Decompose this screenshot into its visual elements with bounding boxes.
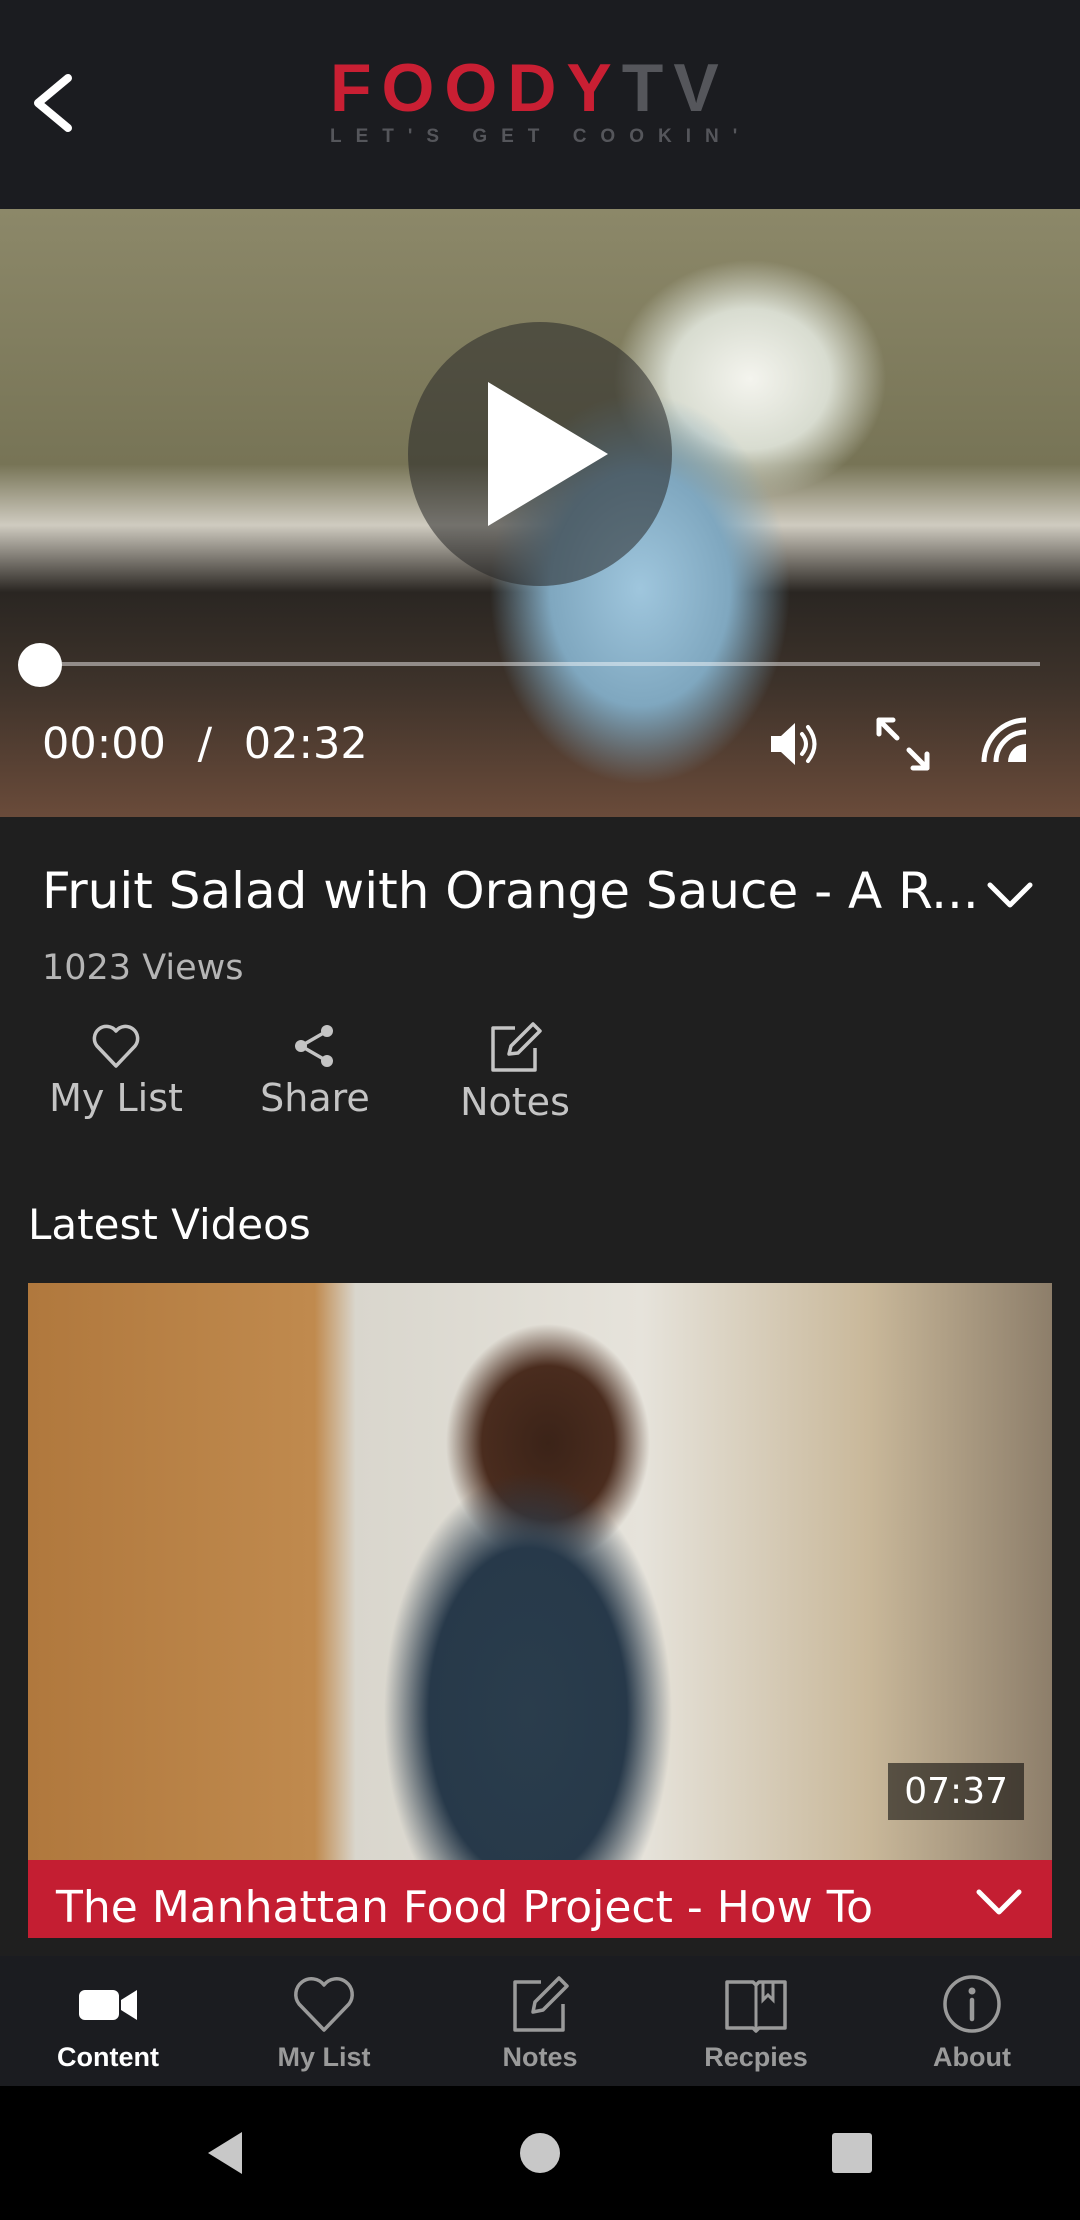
nav-notes[interactable]: Notes xyxy=(432,1974,648,2073)
video-card-title-bar[interactable]: The Manhattan Food Project - How To xyxy=(28,1860,1052,1938)
nav-about[interactable]: About xyxy=(864,1974,1080,2073)
current-time: 00:00 xyxy=(42,719,166,769)
chevron-left-icon[interactable] xyxy=(24,70,78,136)
nav-my-list[interactable]: My List xyxy=(216,1974,432,2073)
app-logo: FOODYTV LET'S GET COOKIN' xyxy=(330,52,760,162)
book-icon xyxy=(725,1980,787,2033)
nav-content-label: Content xyxy=(57,2042,159,2072)
fullscreen-icon[interactable] xyxy=(873,714,933,774)
share-button[interactable]: Share xyxy=(225,1022,405,1132)
heart-icon xyxy=(92,1024,140,1068)
edit-icon xyxy=(491,1022,542,1072)
share-icon xyxy=(295,1025,333,1067)
chevron-down-icon[interactable] xyxy=(974,1882,1024,1922)
home-icon[interactable] xyxy=(515,2128,565,2178)
video-player[interactable]: 00:00 / 02:32 xyxy=(0,209,1080,817)
nav-recipes-label: Recpies xyxy=(704,2042,808,2072)
play-icon xyxy=(488,382,608,526)
total-duration: 02:32 xyxy=(243,719,368,769)
my-list-label: My List xyxy=(49,1076,183,1120)
nav-content[interactable]: Content xyxy=(0,1974,216,2073)
back-icon[interactable] xyxy=(202,2128,252,2178)
video-duration-badge: 07:37 xyxy=(888,1763,1024,1820)
nav-notes-label: Notes xyxy=(502,2042,578,2072)
seek-thumb[interactable] xyxy=(18,643,62,687)
bottom-nav: Content My List Notes Recpies About xyxy=(0,1956,1080,2086)
notes-button[interactable]: Notes xyxy=(425,1022,605,1132)
info-icon xyxy=(943,1975,1001,2033)
app-header: FOODYTV LET'S GET COOKIN' xyxy=(0,0,1080,209)
logo-tagline: LET'S GET COOKIN' xyxy=(330,126,752,147)
my-list-button[interactable]: My List xyxy=(26,1022,206,1132)
chevron-down-icon[interactable] xyxy=(985,875,1035,915)
nav-recipes[interactable]: Recpies xyxy=(648,1974,864,2073)
heart-icon xyxy=(294,1977,354,2032)
nav-about-label: About xyxy=(933,2042,1011,2072)
section-title: Latest Videos xyxy=(28,1200,311,1249)
video-camera-icon xyxy=(79,1990,137,2020)
playback-time: 00:00 / 02:32 xyxy=(42,719,368,769)
video-card[interactable]: 07:37 The Manhattan Food Project - How T… xyxy=(28,1283,1052,1938)
time-separator: / xyxy=(197,719,213,769)
cast-icon[interactable] xyxy=(978,714,1034,774)
notes-label: Notes xyxy=(460,1080,570,1124)
video-title: Fruit Salad with Orange Sauce - A R... xyxy=(42,862,979,920)
system-nav-bar xyxy=(0,2086,1080,2220)
share-label: Share xyxy=(260,1076,370,1120)
seek-bar[interactable] xyxy=(40,662,1040,666)
recents-icon[interactable] xyxy=(827,2128,877,2178)
view-count: 1023 Views xyxy=(42,948,244,988)
nav-my-list-label: My List xyxy=(277,2042,371,2072)
play-button[interactable] xyxy=(408,322,672,586)
volume-icon[interactable] xyxy=(765,714,825,774)
logo-primary: FOODY xyxy=(330,50,622,126)
video-card-title: The Manhattan Food Project - How To xyxy=(56,1882,874,1933)
logo-secondary: TV xyxy=(621,50,729,126)
edit-icon xyxy=(513,1976,569,2032)
